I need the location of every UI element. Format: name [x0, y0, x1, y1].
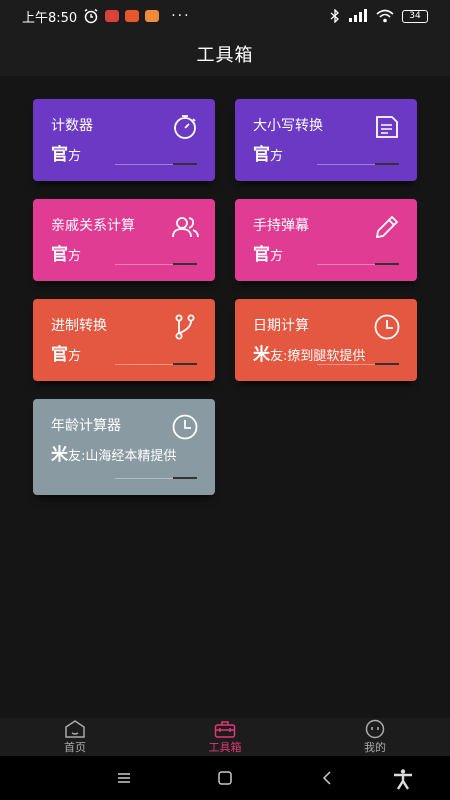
- title-bar: 工具箱: [0, 32, 450, 76]
- page-title: 工具箱: [196, 45, 254, 66]
- card-desc-text: 方: [68, 349, 82, 364]
- notification-app-icon: [125, 10, 140, 22]
- card-divider: [317, 163, 399, 165]
- card-title: 手持弹幕: [253, 218, 309, 234]
- card-title: 日期计算: [253, 318, 309, 334]
- back-icon[interactable]: [318, 768, 338, 788]
- card-divider: [115, 477, 197, 479]
- clock-icon: [172, 414, 198, 440]
- tab-mine[interactable]: 我的: [300, 718, 450, 756]
- tool-card-danmaku[interactable]: 手持弹幕 官方: [235, 199, 417, 281]
- accessibility-icon[interactable]: [392, 768, 414, 790]
- toolbox-icon: [214, 721, 236, 738]
- card-divider: [317, 263, 399, 265]
- card-desc-prefix: 官: [253, 245, 270, 265]
- card-desc-prefix: 官: [253, 145, 270, 165]
- card-divider: [115, 263, 197, 265]
- bottom-tab-bar: 首页 工具箱 我的: [0, 718, 450, 756]
- card-desc-text: 方: [270, 149, 284, 164]
- clock-icon: [374, 314, 400, 340]
- tool-card-relatives[interactable]: 亲戚关系计算 官方: [33, 199, 215, 281]
- card-divider: [115, 163, 197, 165]
- system-nav-bar: [0, 756, 450, 800]
- home-icon: [65, 720, 85, 738]
- users-icon: [172, 217, 199, 238]
- card-desc-prefix: 官: [51, 345, 68, 365]
- tab-label: 工具箱: [208, 741, 242, 754]
- signal-icon: [349, 9, 367, 22]
- notification-app-icon: [105, 10, 120, 22]
- card-desc-text: 友:撩到腿软提供: [270, 349, 366, 364]
- card-divider: [317, 363, 399, 365]
- menu-icon[interactable]: [114, 768, 134, 788]
- pencil-icon: [375, 215, 399, 239]
- more-notifications-icon: ···: [171, 8, 191, 24]
- card-title: 进制转换: [51, 318, 107, 334]
- tool-card-counter[interactable]: 计数器 官方: [33, 99, 215, 181]
- card-desc-text: 方: [68, 249, 82, 264]
- card-title: 大小写转换: [253, 118, 323, 134]
- branch-icon: [175, 314, 195, 340]
- card-desc-text: 友:山海经本精提供: [68, 449, 177, 464]
- tab-label: 首页: [64, 741, 86, 754]
- card-divider: [115, 363, 197, 365]
- tool-card-age-calc[interactable]: 年龄计算器 米友:山海经本精提供: [33, 399, 215, 495]
- stopwatch-icon: [174, 115, 196, 139]
- alarm-icon: [84, 8, 98, 24]
- tab-toolbox[interactable]: 工具箱: [150, 718, 300, 756]
- card-desc-prefix: 米: [253, 345, 270, 365]
- tab-home[interactable]: 首页: [0, 718, 150, 756]
- card-desc-text: 方: [68, 149, 82, 164]
- tool-card-base-convert[interactable]: 进制转换 官方: [33, 299, 215, 381]
- home-button-icon[interactable]: [215, 768, 235, 788]
- face-icon: [365, 719, 385, 739]
- bluetooth-icon: [330, 9, 339, 23]
- document-icon: [376, 116, 398, 138]
- card-description: 米友:山海经本精提供: [51, 445, 197, 467]
- tool-card-case-convert[interactable]: 大小写转换 官方: [235, 99, 417, 181]
- card-desc-prefix: 官: [51, 145, 68, 165]
- card-desc-prefix: 米: [51, 445, 68, 465]
- card-title: 计数器: [51, 118, 93, 134]
- status-bar: 上午8:50 ··· 34: [0, 0, 450, 32]
- tool-card-date-calc[interactable]: 日期计算 米友:撩到腿软提供: [235, 299, 417, 381]
- status-time: 上午8:50: [22, 10, 78, 26]
- card-desc-prefix: 官: [51, 245, 68, 265]
- battery-icon: 34: [402, 9, 428, 23]
- tab-label: 我的: [364, 741, 386, 754]
- wifi-icon: [376, 9, 394, 23]
- notification-app-icon: [145, 10, 160, 22]
- card-title: 亲戚关系计算: [51, 218, 135, 234]
- card-desc-text: 方: [270, 249, 284, 264]
- card-title: 年龄计算器: [51, 418, 121, 434]
